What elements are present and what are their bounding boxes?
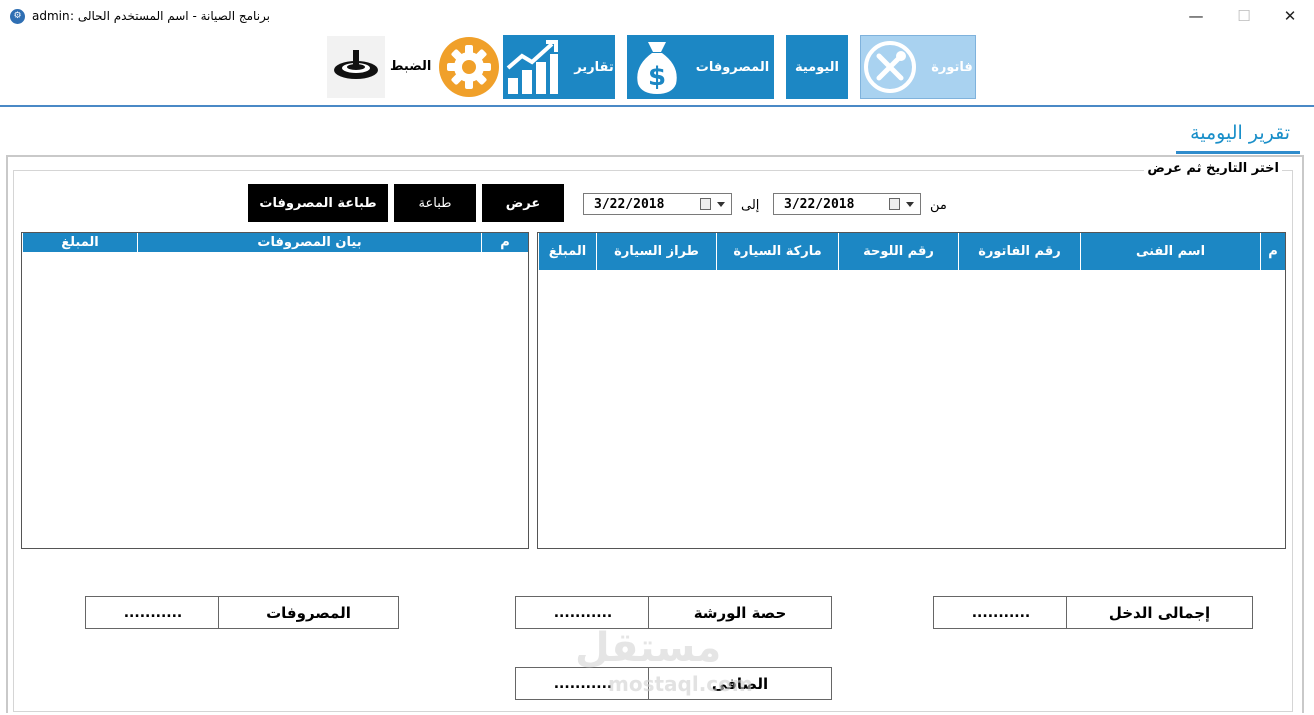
close-button[interactable]: ✕ xyxy=(1275,4,1305,28)
group-label: اختر التاريخ ثم عرض xyxy=(1144,161,1282,176)
expenses-total: المصروفات ........... xyxy=(85,596,399,629)
income-label: إجمالى الدخل xyxy=(1066,597,1252,628)
print-button[interactable]: طباعة xyxy=(394,184,476,222)
show-button[interactable]: عرض xyxy=(482,184,564,222)
money-bag-icon: $ xyxy=(632,38,682,96)
expenses-grid-header: م بيان المصروفات المبلغ xyxy=(22,233,528,252)
panel-border-left xyxy=(6,157,8,713)
col-technician[interactable]: اسم الفنى xyxy=(1080,233,1260,270)
reports-label: تقارير xyxy=(574,59,614,75)
expenses-label: المصروفات xyxy=(695,59,770,75)
chevron-down-icon xyxy=(717,202,725,207)
minimize-button[interactable]: — xyxy=(1181,4,1211,28)
daily-button[interactable]: اليومية xyxy=(786,35,848,99)
invoice-label: فاتورة xyxy=(931,59,973,75)
col-invoice-no[interactable]: رقم الفاتورة xyxy=(958,233,1080,270)
settings-button[interactable] xyxy=(438,36,500,98)
to-label: إلى xyxy=(741,198,760,213)
col-plate-no[interactable]: رقم اللوحة xyxy=(838,233,958,270)
title-underline xyxy=(1176,151,1300,154)
from-date-value: 3/22/2018 xyxy=(784,197,855,212)
tools-icon xyxy=(863,40,917,94)
to-date-picker[interactable]: 3/22/2018 xyxy=(583,193,732,215)
col-index[interactable]: م xyxy=(1260,233,1285,270)
workshop-label: حصة الورشة xyxy=(648,597,831,628)
workshop-value: ........... xyxy=(553,604,613,621)
window-title: برنامج الصيانة - اسم المستخدم الحالى : xyxy=(70,9,270,23)
panel-border-top xyxy=(6,155,1304,157)
power-icon xyxy=(327,50,385,102)
daily-label: اليومية xyxy=(794,59,840,75)
income-total: إجمالى الدخل ........... xyxy=(933,596,1253,629)
expenses-grid[interactable]: م بيان المصروفات المبلغ xyxy=(21,232,529,549)
chart-icon xyxy=(504,38,560,96)
from-date-picker[interactable]: 3/22/2018 xyxy=(773,193,921,215)
maximize-button[interactable]: ☐ xyxy=(1229,4,1259,28)
from-label: من xyxy=(930,198,947,213)
expenses-label: المصروفات xyxy=(218,597,398,628)
income-value: ........... xyxy=(971,604,1031,621)
col-amount[interactable]: المبلغ xyxy=(538,233,596,270)
col-index[interactable]: م xyxy=(481,233,528,252)
calendar-icon xyxy=(889,198,900,210)
expenses-value: ........... xyxy=(123,604,183,621)
calendar-icon xyxy=(700,198,711,210)
col-amount[interactable]: المبلغ xyxy=(22,233,137,252)
svg-text:$: $ xyxy=(648,62,666,92)
print-expenses-button[interactable]: طباعة المصروفات xyxy=(248,184,388,222)
current-user: admin xyxy=(32,9,70,23)
watermark-url: mostaql.com xyxy=(608,672,753,696)
col-car-brand[interactable]: ماركة السيارة xyxy=(716,233,838,270)
to-date-value: 3/22/2018 xyxy=(594,197,665,212)
invoice-button[interactable]: فاتورة xyxy=(860,35,976,99)
power-button[interactable] xyxy=(327,36,385,98)
toolbar-separator xyxy=(0,105,1314,107)
col-car-model[interactable]: طراز السيارة xyxy=(596,233,716,270)
chevron-down-icon xyxy=(906,202,914,207)
col-expense-desc[interactable]: بيان المصروفات xyxy=(137,233,481,252)
panel-border-right xyxy=(1302,157,1304,713)
gear-icon xyxy=(438,37,500,102)
invoices-grid[interactable]: م اسم الفنى رقم الفاتورة رقم اللوحة مارك… xyxy=(537,232,1286,549)
watermark-logo: مستقل xyxy=(575,625,722,671)
expenses-button[interactable]: $ المصروفات xyxy=(627,35,774,99)
invoices-grid-header: م اسم الفنى رقم الفاتورة رقم اللوحة مارك… xyxy=(538,233,1285,270)
page-title: تقرير اليومية xyxy=(1190,122,1290,144)
app-icon: ⚙ xyxy=(10,9,25,24)
settings-label: الضبط xyxy=(390,59,432,74)
reports-button[interactable]: تقارير xyxy=(503,35,615,99)
